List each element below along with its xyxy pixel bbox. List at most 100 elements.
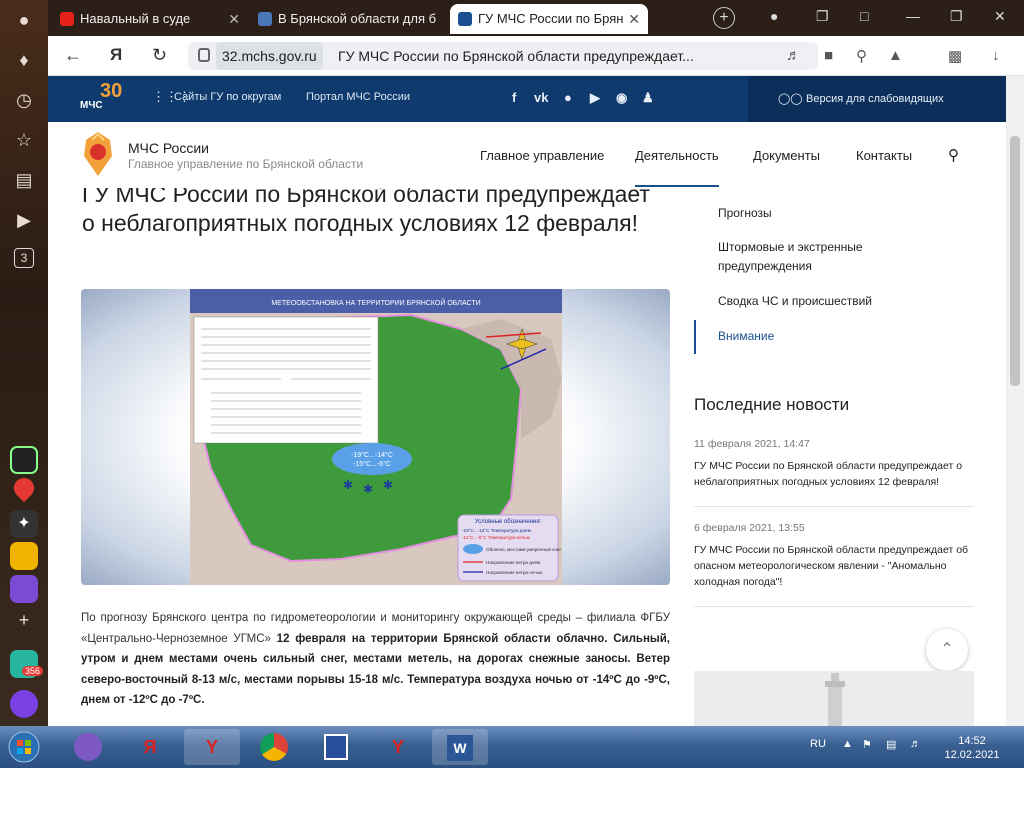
start-button[interactable]: [2, 729, 46, 765]
address-bar: ← Я ↻ 32.mchs.gov.ru ГУ МЧС России по Бр…: [48, 36, 1024, 76]
nav-main-office[interactable]: Главное управление: [480, 148, 604, 163]
clock-time: 14:52: [958, 735, 986, 747]
tab-bryansk-news[interactable]: В Брянской области для б: [250, 4, 446, 34]
tab-youtube[interactable]: Навальный в суде ✕: [52, 4, 248, 34]
reload-button[interactable]: ↻: [152, 45, 167, 66]
close-window-button[interactable]: ✕: [994, 8, 1006, 25]
mchs-30-logo[interactable]: 30 МЧС: [80, 80, 136, 118]
url-domain[interactable]: 32.mchs.gov.ru: [216, 42, 323, 70]
right-link-warnings[interactable]: Штормовые и экстренные предупреждения: [718, 238, 898, 276]
media-icon[interactable]: ▶: [12, 208, 36, 232]
search-icon[interactable]: ⚲: [856, 47, 867, 65]
nav-documents[interactable]: Документы: [753, 148, 820, 163]
app-clock-icon[interactable]: [10, 446, 38, 474]
spark-icon[interactable]: ✦: [10, 510, 38, 538]
messenger-icon[interactable]: [10, 575, 38, 603]
mchs-emblem-icon[interactable]: [80, 130, 116, 178]
article-paragraph: По прогнозу Брянского центра по гидромет…: [81, 608, 670, 711]
youtube-icon[interactable]: ▶: [590, 90, 600, 106]
tab-label: В Брянской области для б: [278, 11, 437, 26]
news-image[interactable]: [694, 671, 974, 726]
mail-icon[interactable]: [10, 542, 38, 570]
svg-text:✱: ✱: [363, 482, 373, 496]
scroll-thumb[interactable]: [1010, 136, 1020, 386]
glasses-icon: ◯◯: [778, 93, 803, 105]
site-topbar: 30 МЧС ⋮⋮⋮ Сайты ГУ по округам Портал МЧ…: [48, 76, 1006, 122]
profile-icon[interactable]: ●: [12, 8, 36, 32]
tabs-count-icon[interactable]: 3: [14, 248, 34, 268]
lighthouse-image: [694, 671, 974, 726]
minimize-button[interactable]: —: [906, 8, 920, 24]
clock[interactable]: 14:52 12.02.2021: [940, 734, 1004, 762]
chrome-icon[interactable]: [246, 729, 302, 765]
notifications-icon[interactable]: □: [860, 8, 868, 24]
network-icon[interactable]: ▤: [886, 738, 896, 751]
volume-icon[interactable]: ♬: [910, 738, 921, 750]
twitter-icon[interactable]: ●: [564, 90, 572, 105]
collections-icon[interactable]: ▤: [12, 168, 36, 192]
bookmark-icon[interactable]: ▲: [888, 47, 903, 64]
accessibility-link[interactable]: ◯◯ Версия для слабовидящих: [748, 76, 1006, 122]
restore-button[interactable]: ❐: [950, 8, 963, 25]
page-scrollbar[interactable]: [1006, 76, 1024, 726]
headphones-icon[interactable]: ♬: [786, 47, 801, 64]
profile-icon[interactable]: ●: [770, 8, 778, 24]
map-temp-day: -19°C...-14°C: [351, 451, 393, 459]
legend-cloud: Облачно, местами умеренный снег: [486, 546, 561, 552]
close-icon[interactable]: ✕: [628, 4, 640, 34]
url-field[interactable]: 32.mchs.gov.ru ГУ МЧС России по Брянской…: [188, 42, 818, 70]
tray-expand-icon[interactable]: ▲: [842, 738, 853, 750]
add-app-icon[interactable]: +: [12, 608, 36, 632]
instagram-icon[interactable]: ◉: [616, 90, 627, 106]
new-tab-button[interactable]: +: [713, 7, 735, 29]
extensions-icon[interactable]: ▩: [948, 47, 962, 65]
sites-link[interactable]: Сайты ГУ по округам: [174, 91, 281, 103]
legend-title: Условные обозначения:: [475, 519, 542, 525]
tab-mchs[interactable]: ГУ МЧС России по Брян ✕: [450, 4, 648, 34]
yandex-browser-active-icon[interactable]: Y: [184, 729, 240, 765]
facebook-icon[interactable]: f: [512, 90, 516, 105]
weather-map: МЕТЕООБСТАНОВКА НА ТЕРРИТОРИИ БРЯНСКОЙ О…: [190, 289, 562, 585]
yandex-browser-icon[interactable]: Я: [122, 729, 178, 765]
close-icon[interactable]: ✕: [228, 4, 240, 34]
org-name[interactable]: МЧС России: [128, 140, 209, 156]
svg-text:✱: ✱: [343, 478, 353, 492]
download-icon[interactable]: ↓: [992, 47, 1000, 64]
news-date: 11 февраля 2021, 14:47: [694, 438, 810, 450]
yandex-icon[interactable]: Y: [370, 729, 426, 765]
url-title[interactable]: ГУ МЧС России по Брянской области предуп…: [338, 42, 694, 70]
yandex-button[interactable]: Я: [110, 45, 122, 65]
news-item-link[interactable]: ГУ МЧС России по Брянской области предуп…: [694, 458, 974, 490]
history-icon[interactable]: ◷: [12, 88, 36, 112]
divider: [694, 506, 974, 507]
translate-icon[interactable]: ■: [824, 47, 833, 64]
svg-text:✱: ✱: [383, 478, 393, 492]
word-icon[interactable]: W: [432, 729, 488, 765]
accessibility-label: Версия для слабовидящих: [806, 93, 944, 105]
odnoklassniki-icon[interactable]: ♟: [642, 90, 654, 106]
youtube-icon: [60, 12, 74, 26]
right-link-summary[interactable]: Сводка ЧС и происшествий: [718, 292, 872, 311]
back-button[interactable]: ←: [64, 45, 82, 66]
search-icon[interactable]: ⚲: [948, 146, 959, 164]
bookmarks-star-icon[interactable]: ☆: [12, 128, 36, 152]
viber-icon[interactable]: [60, 729, 116, 765]
map-temp-night: -15°C...-6°C: [353, 460, 391, 468]
alice-icon[interactable]: [10, 690, 38, 718]
scroll-top-button[interactable]: ⌃: [926, 629, 968, 671]
collections-icon[interactable]: ❐: [816, 8, 829, 25]
map-title: МЕТЕООБСТАНОВКА НА ТЕРРИТОРИИ БРЯНСКОЙ О…: [271, 298, 480, 307]
nav-activity[interactable]: Деятельность: [635, 148, 719, 187]
notifications-icon[interactable]: ♦: [12, 48, 36, 72]
nav-contacts[interactable]: Контакты: [856, 148, 912, 163]
right-link-attention[interactable]: Внимание: [718, 327, 774, 346]
portal-link[interactable]: Портал МЧС России: [306, 91, 410, 103]
save-disk-icon[interactable]: [308, 729, 364, 765]
flag-icon[interactable]: ⚑: [862, 738, 872, 751]
news-item-link[interactable]: ГУ МЧС России по Брянской области предуп…: [694, 542, 974, 590]
right-link-forecasts[interactable]: Прогнозы: [718, 204, 772, 223]
news-heading: Последние новости: [694, 395, 850, 414]
vk-icon[interactable]: vk: [534, 90, 548, 105]
language-indicator[interactable]: RU: [810, 738, 826, 750]
maps-pin-icon[interactable]: [9, 473, 39, 503]
